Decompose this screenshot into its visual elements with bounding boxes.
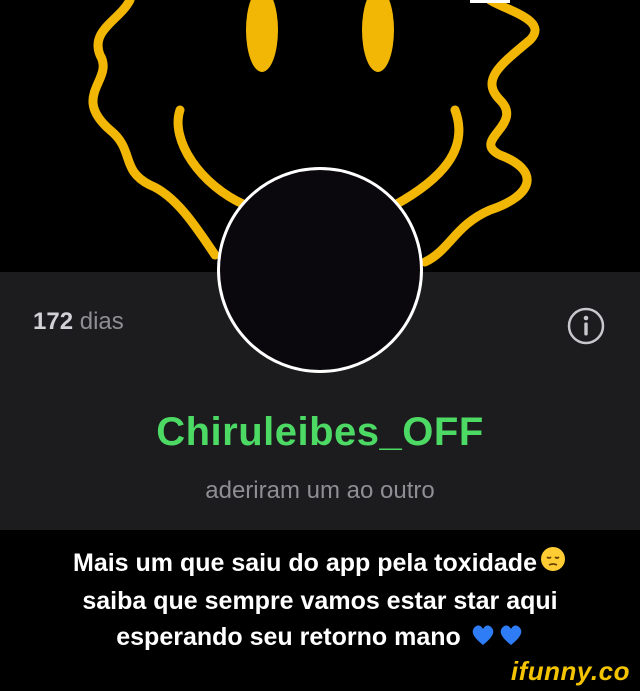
blue-heart-emoji	[470, 621, 496, 657]
streak-counter: 172 dias	[33, 308, 124, 336]
streak-unit: dias	[79, 308, 124, 335]
caption-text: Mais um que saiu do app pela toxidade sa…	[0, 545, 640, 657]
ifunny-watermark: ifunny.co	[510, 656, 630, 686]
blue-heart-emoji	[498, 621, 524, 657]
streak-count: 172	[33, 308, 74, 335]
info-icon[interactable]	[566, 306, 606, 346]
avatar[interactable]	[217, 167, 423, 373]
username: Chiruleibes_OFF	[156, 410, 484, 454]
caption-line-2: saiba que sempre vamos estar star aqui	[82, 587, 558, 616]
caption-line-3: esperando seu retorno mano	[0, 619, 640, 656]
relationship-status: aderiram um ao outro	[205, 477, 435, 504]
caption-line-1: Mais um que saiu do app pela toxidade	[0, 545, 640, 583]
pensive-face-emoji	[539, 545, 567, 583]
